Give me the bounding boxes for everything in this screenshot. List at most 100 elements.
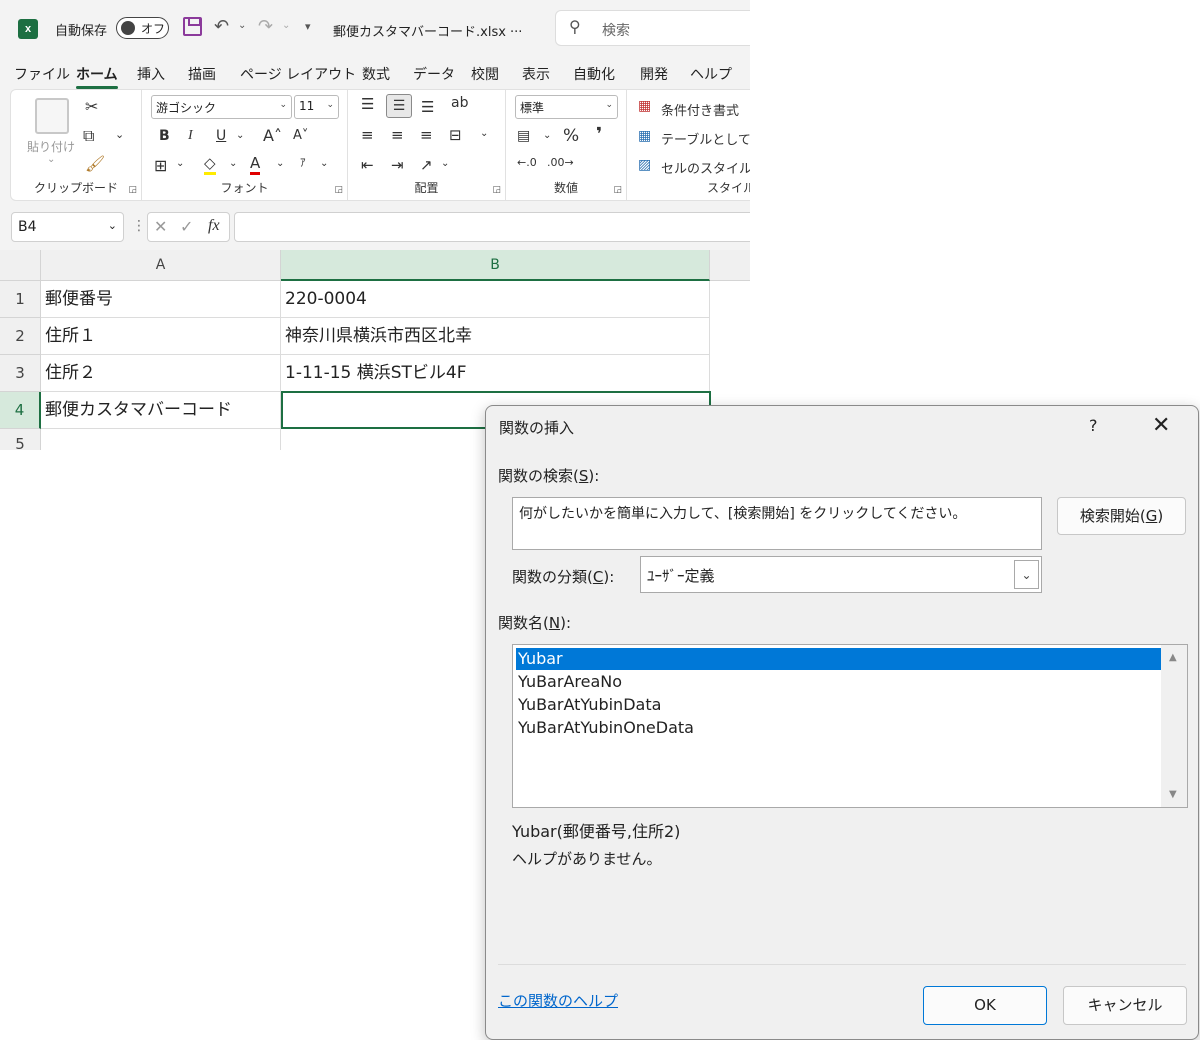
number-launcher-icon[interactable]: ◲ <box>613 185 622 195</box>
paste-label[interactable]: 貼り付け <box>27 138 75 155</box>
font-name-select[interactable]: 游ゴシック ⌄ <box>151 95 292 119</box>
cell-a2[interactable]: 住所１ <box>41 318 281 355</box>
row-header-4[interactable]: 4 <box>0 392 41 429</box>
save-icon[interactable] <box>183 17 202 36</box>
tab-file[interactable]: ファイル <box>14 64 70 84</box>
column-header-b[interactable]: B <box>281 250 710 281</box>
font-color-dropdown-icon[interactable]: ⌄ <box>276 158 284 169</box>
tab-help[interactable]: ヘルプ <box>690 64 732 84</box>
font-size-select[interactable]: 11 ⌄ <box>294 95 339 119</box>
cell-a5[interactable] <box>41 429 281 450</box>
redo-icon[interactable]: ↷ <box>258 16 273 37</box>
undo-icon[interactable]: ↶ <box>214 16 229 37</box>
align-left-icon[interactable]: ≡ <box>361 126 374 144</box>
format-painter-icon[interactable]: 🖌 <box>85 154 105 173</box>
percent-button[interactable]: % <box>563 126 579 146</box>
wrap-text-icon[interactable]: ab <box>451 95 468 111</box>
merge-center-icon[interactable]: ⊟ <box>449 126 462 144</box>
row-header-3[interactable]: 3 <box>0 355 41 392</box>
list-scrollbar[interactable]: ▲ ▼ <box>1161 645 1187 807</box>
search-box[interactable]: ⚲ 検索 <box>555 10 750 46</box>
comma-button[interactable]: ❜ <box>596 124 602 145</box>
currency-dropdown-icon[interactable]: ⌄ <box>543 130 551 141</box>
row-header-1[interactable]: 1 <box>0 281 41 318</box>
clipboard-launcher-icon[interactable]: ◲ <box>128 185 137 195</box>
fill-color-icon[interactable]: ◇ <box>204 154 216 175</box>
chevron-down-icon[interactable]: ⌄ <box>1014 560 1039 589</box>
underline-dropdown-icon[interactable]: ⌄ <box>236 130 244 141</box>
search-start-button[interactable]: 検索開始(G) <box>1057 497 1186 535</box>
tab-insert[interactable]: 挿入 <box>137 64 165 84</box>
tab-draw[interactable]: 描画 <box>188 64 216 84</box>
row-header-2[interactable]: 2 <box>0 318 41 355</box>
phonetic-icon[interactable]: ｱ <box>300 154 306 170</box>
list-item[interactable]: YuBarAtYubinData <box>516 694 1161 716</box>
orientation-icon[interactable]: ↗ <box>420 156 433 174</box>
name-box[interactable]: B4 ⌄ <box>11 212 124 242</box>
border-dropdown-icon[interactable]: ⌄ <box>176 158 184 169</box>
list-item[interactable]: YuBarAreaNo <box>516 671 1161 693</box>
tab-automate[interactable]: 自動化 <box>573 64 615 84</box>
column-header-c[interactable] <box>710 250 750 281</box>
cell-a3[interactable]: 住所２ <box>41 355 281 392</box>
bold-button[interactable]: B <box>159 128 170 144</box>
conditional-format-button[interactable]: 条件付き書式 <box>661 100 739 119</box>
increase-font-icon[interactable]: A˄ <box>263 126 282 145</box>
scroll-down-icon[interactable]: ▼ <box>1169 789 1177 800</box>
currency-icon[interactable]: ▤ <box>517 128 530 144</box>
alignment-launcher-icon[interactable]: ◲ <box>492 185 501 195</box>
copy-icon[interactable]: ⧉ <box>83 126 94 146</box>
font-launcher-icon[interactable]: ◲ <box>334 185 343 195</box>
tab-formulas[interactable]: 数式 <box>362 64 390 84</box>
number-format-select[interactable]: 標準 ⌄ <box>515 95 618 119</box>
list-item[interactable]: Yubar <box>516 648 1161 670</box>
formula-input[interactable] <box>234 212 750 242</box>
category-select[interactable]: ﾕｰｻﾞｰ定義 ⌄ <box>640 556 1042 593</box>
border-icon[interactable]: ⊞ <box>154 156 167 175</box>
decrease-font-icon[interactable]: A˅ <box>293 128 308 143</box>
row-header-5[interactable]: 5 <box>0 429 41 450</box>
paste-dropdown-icon[interactable]: ⌄ <box>47 154 55 165</box>
cell-styles-button[interactable]: セルのスタイル <box>661 158 750 177</box>
function-list[interactable]: Yubar YuBarAreaNo YuBarAtYubinData YuBar… <box>512 644 1188 808</box>
column-header-a[interactable]: A <box>41 250 281 281</box>
font-color-icon[interactable]: A <box>250 154 261 175</box>
tab-data[interactable]: データ <box>413 64 455 84</box>
formula-bar-menu-icon[interactable]: ⋮ <box>132 218 146 234</box>
cancel-button[interactable]: キャンセル <box>1063 986 1187 1025</box>
increase-decimal-icon[interactable]: ←.0 <box>517 156 537 169</box>
align-middle-icon[interactable]: ☰ <box>386 94 412 118</box>
scroll-up-icon[interactable]: ▲ <box>1169 652 1177 663</box>
align-center-icon[interactable]: ≡ <box>391 126 404 144</box>
merge-dropdown-icon[interactable]: ⌄ <box>480 128 488 139</box>
tab-developer[interactable]: 開発 <box>640 64 668 84</box>
chevron-down-icon[interactable]: ⌄ <box>108 219 117 232</box>
close-icon[interactable]: ✕ <box>1152 413 1170 438</box>
cell-b3[interactable]: 1-11-15 横浜STビル4F <box>281 355 710 392</box>
cell-a4[interactable]: 郵便カスタマバーコード <box>41 392 281 429</box>
copy-dropdown-icon[interactable]: ⌄ <box>115 128 124 141</box>
phonetic-dropdown-icon[interactable]: ⌄ <box>320 158 328 169</box>
align-bottom-icon[interactable]: ☰ <box>421 98 434 116</box>
help-button[interactable]: ? <box>1089 416 1098 435</box>
cell-b2[interactable]: 神奈川県横浜市西区北幸 <box>281 318 710 355</box>
increase-indent-icon[interactable]: ⇥ <box>391 156 404 174</box>
ok-button[interactable]: OK <box>923 986 1047 1025</box>
confirm-entry-icon[interactable]: ✓ <box>180 217 193 236</box>
paste-icon[interactable] <box>35 98 69 134</box>
fill-color-dropdown-icon[interactable]: ⌄ <box>229 158 237 169</box>
autosave-toggle[interactable]: オフ <box>116 17 169 39</box>
filename-more[interactable]: ··· <box>510 25 522 40</box>
cell-a1[interactable]: 郵便番号 <box>41 281 281 318</box>
insert-function-button[interactable]: fx <box>208 217 220 235</box>
redo-dropdown-icon[interactable]: ⌄ <box>282 20 290 31</box>
tab-page-layout[interactable]: ページ レイアウト <box>240 64 356 84</box>
quick-access-more-icon[interactable]: ▾ <box>305 20 311 33</box>
cut-icon[interactable]: ✂ <box>85 97 98 116</box>
italic-button[interactable]: I <box>188 128 193 144</box>
decrease-decimal-icon[interactable]: .00→ <box>547 156 574 169</box>
function-help-link[interactable]: この関数のヘルプ <box>498 990 618 1011</box>
select-all-corner[interactable] <box>0 250 41 281</box>
cancel-entry-icon[interactable]: ✕ <box>154 217 167 236</box>
function-search-input[interactable]: 何がしたいかを簡単に入力して、[検索開始] をクリックしてください。 <box>512 497 1042 550</box>
